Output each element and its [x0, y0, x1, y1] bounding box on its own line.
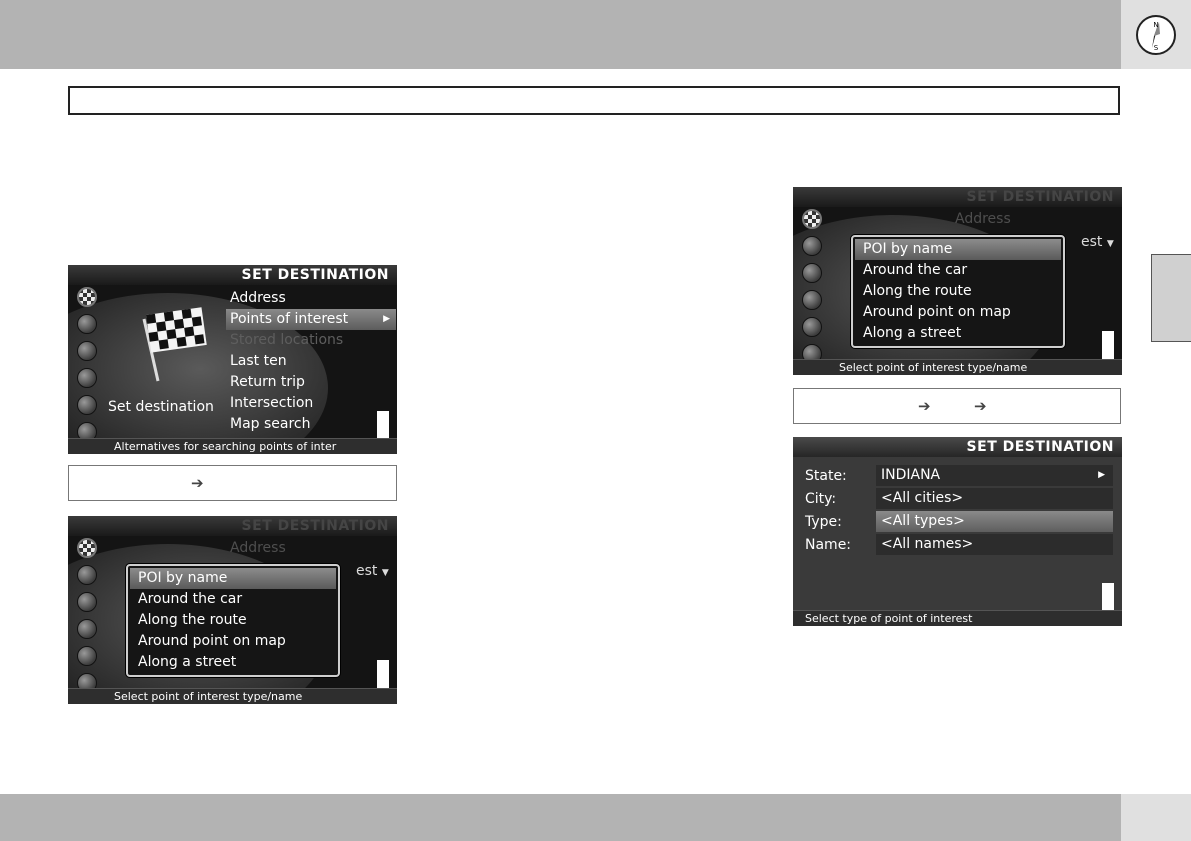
screenshot-poi-popup: SET DESTINATION Address est ▼ POI by nam…: [68, 516, 397, 704]
background-menu-address: Address: [955, 211, 1011, 227]
bottom-band: [0, 794, 1121, 841]
popup-item-around-point-on-map[interactable]: Around point on map: [855, 302, 1061, 323]
arrow-icon: ➔: [191, 474, 204, 492]
arrow-icon: ➔: [974, 397, 987, 415]
set-destination-label: Set destination: [108, 399, 214, 415]
state-value: INDIANA: [881, 467, 941, 483]
globe-icon[interactable]: [77, 565, 97, 585]
menu-item-points-of-interest[interactable]: Points of interest ▶: [226, 309, 396, 330]
menu-item-intersection[interactable]: Intersection: [226, 393, 396, 414]
popup-item-along-a-street[interactable]: Along a street: [130, 652, 336, 673]
popup-item-along-the-route[interactable]: Along the route: [130, 610, 336, 631]
menu-item-return-trip[interactable]: Return trip: [226, 372, 396, 393]
map-icon[interactable]: [77, 619, 97, 639]
page-number-box: [1121, 794, 1191, 841]
section-title-bar: [68, 86, 1120, 115]
side-icons: [77, 538, 101, 700]
popup-item-around-the-car[interactable]: Around the car: [130, 589, 336, 610]
arrow-icon: ➔: [918, 397, 931, 415]
poi-popup-menu: POI by name Around the car Along the rou…: [126, 564, 340, 677]
route-icon[interactable]: [77, 341, 97, 361]
menu-item-label: Points of interest: [230, 311, 349, 327]
screenshot-poi-popup-right: SET DESTINATION Address est ▼ POI by nam…: [793, 187, 1122, 375]
route-icon[interactable]: [77, 592, 97, 612]
popup-item-poi-by-name[interactable]: POI by name: [855, 239, 1061, 260]
background-menu-fragment: est ▼: [356, 563, 389, 579]
flag-icon[interactable]: [77, 287, 97, 307]
form-row-type: Type: <All types>: [793, 511, 1122, 533]
menu-item-last-ten[interactable]: Last ten: [226, 351, 396, 372]
form-row-name: Name: <All names>: [793, 534, 1122, 556]
settings-icon[interactable]: [77, 646, 97, 666]
compass-icon: N S: [1136, 15, 1176, 55]
side-icons: [77, 287, 101, 449]
chapter-tab: [1151, 254, 1191, 342]
state-field[interactable]: INDIANA ▶: [876, 465, 1113, 486]
popup-item-along-a-street[interactable]: Along a street: [855, 323, 1061, 344]
type-field[interactable]: <All types>: [876, 511, 1113, 532]
status-footer: Select point of interest type/name: [793, 359, 1122, 375]
status-footer: Alternatives for searching points of int…: [68, 438, 397, 454]
state-label: State:: [805, 468, 847, 484]
top-band: [0, 0, 1121, 69]
navigation-path-box: ➔: [68, 465, 397, 501]
city-label: City:: [805, 491, 837, 507]
globe-icon[interactable]: [77, 314, 97, 334]
poi-popup-menu: POI by name Around the car Along the rou…: [851, 235, 1065, 348]
popup-item-poi-by-name[interactable]: POI by name: [130, 568, 336, 589]
map-icon[interactable]: [77, 368, 97, 388]
side-icons: [802, 209, 826, 371]
status-footer: Select point of interest type/name: [68, 688, 397, 704]
form-row-city: City: <All cities>: [793, 488, 1122, 510]
svg-text:S: S: [1154, 44, 1159, 52]
status-footer: Select type of point of interest: [793, 610, 1122, 626]
map-icon[interactable]: [802, 290, 822, 310]
svg-text:N: N: [1153, 21, 1158, 29]
name-label: Name:: [805, 537, 852, 553]
menu-item-map-search[interactable]: Map search: [226, 414, 396, 435]
flag-icon[interactable]: [77, 538, 97, 558]
form-row-state: State: INDIANA ▶: [793, 465, 1122, 487]
navigation-path-box-right: ➔ ➔: [793, 388, 1121, 424]
arrow-right-icon: ▶: [383, 314, 390, 324]
compass-box: N S: [1121, 0, 1191, 69]
screen-header: SET DESTINATION: [793, 187, 1122, 207]
settings-icon[interactable]: [77, 395, 97, 415]
screen-header: SET DESTINATION: [68, 516, 397, 536]
arrow-right-icon: ▶: [1098, 470, 1105, 480]
popup-item-around-point-on-map[interactable]: Around point on map: [130, 631, 336, 652]
name-field[interactable]: <All names>: [876, 534, 1113, 555]
city-field[interactable]: <All cities>: [876, 488, 1113, 509]
popup-item-along-the-route[interactable]: Along the route: [855, 281, 1061, 302]
screenshot-set-destination-menu: SET DESTINATION Set destination Address …: [68, 265, 397, 454]
screenshot-poi-search-form: SET DESTINATION State: INDIANA ▶ City: <A…: [793, 437, 1122, 626]
screen-header: SET DESTINATION: [68, 265, 397, 285]
dropdown-icon: ▼: [381, 568, 389, 578]
popup-item-around-the-car[interactable]: Around the car: [855, 260, 1061, 281]
background-menu-address: Address: [230, 540, 286, 556]
checkered-flag-icon: [142, 307, 207, 382]
menu-item-stored-locations[interactable]: Stored locations: [226, 330, 396, 351]
globe-icon[interactable]: [802, 236, 822, 256]
settings-icon[interactable]: [802, 317, 822, 337]
route-icon[interactable]: [802, 263, 822, 283]
screen-header: SET DESTINATION: [793, 437, 1122, 457]
type-label: Type:: [805, 514, 842, 530]
background-menu-fragment: est ▼: [1081, 234, 1114, 250]
menu-item-address[interactable]: Address: [226, 288, 396, 309]
dropdown-icon: ▼: [1106, 239, 1114, 249]
flag-icon[interactable]: [802, 209, 822, 229]
destination-menu: Address Points of interest ▶ Stored locat…: [226, 288, 396, 435]
